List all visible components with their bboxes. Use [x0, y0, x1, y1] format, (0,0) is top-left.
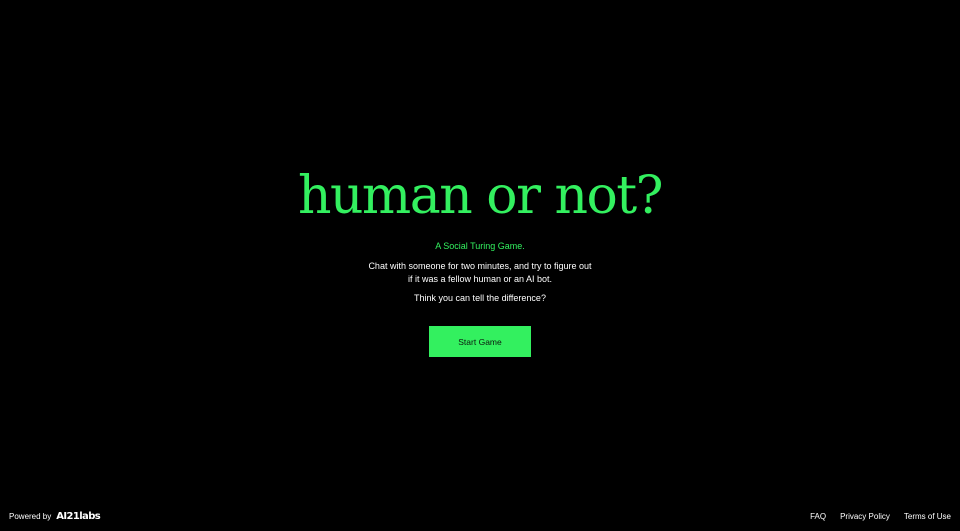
powered-by-section: Powered by AI21labs: [9, 508, 101, 524]
page-title: human or not?: [297, 166, 664, 226]
powered-by-label: Powered by: [9, 511, 52, 521]
game-description: Chat with someone for two minutes, and t…: [368, 261, 592, 284]
challenge-question: Think you can tell the difference?: [414, 293, 546, 303]
privacy-policy-link[interactable]: Privacy Policy: [840, 512, 890, 521]
subtitle: A Social Turing Game.: [435, 241, 525, 251]
terms-of-use-link[interactable]: Terms of Use: [904, 512, 951, 521]
faq-link[interactable]: FAQ: [810, 512, 826, 521]
footer-nav: FAQ Privacy Policy Terms of Use: [796, 508, 951, 524]
start-game-button[interactable]: Start Game: [429, 326, 531, 357]
ai21labs-logo[interactable]: AI21labs: [56, 511, 100, 522]
